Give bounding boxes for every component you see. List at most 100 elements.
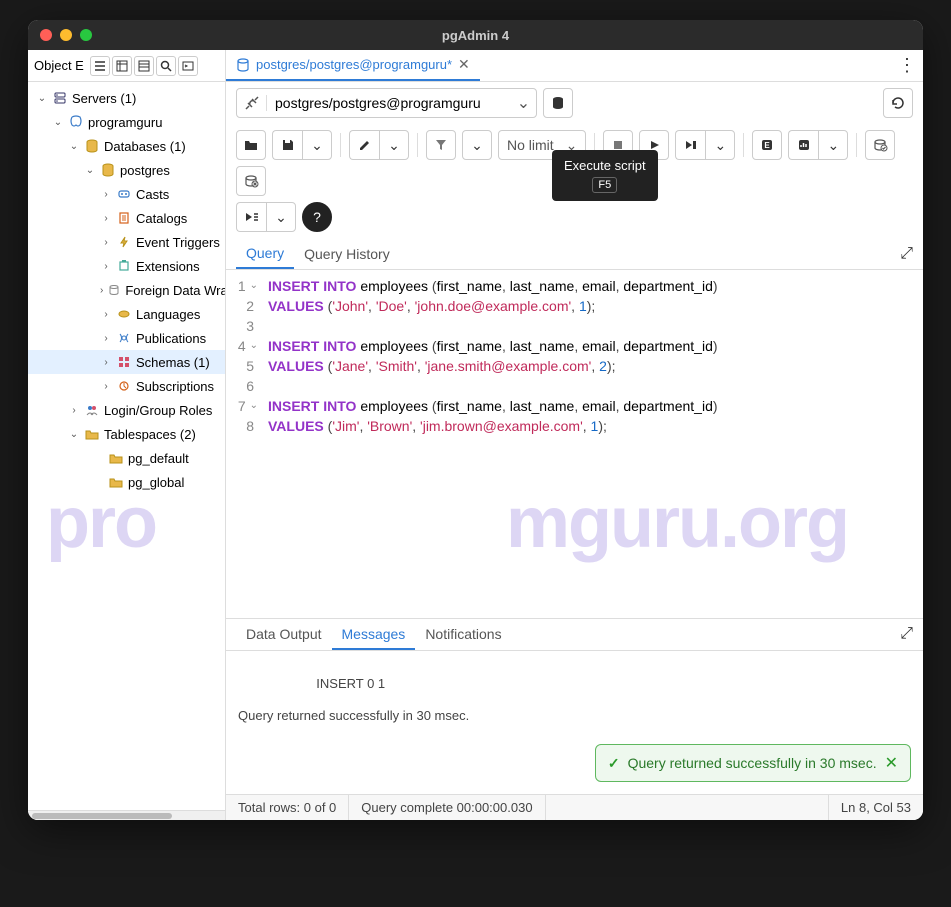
sql-editor[interactable]: 1⌄2 3 4⌄5 6 7⌄8 INSERT INTO employees (f… bbox=[226, 270, 923, 442]
commit-button[interactable] bbox=[865, 130, 895, 160]
tab-messages[interactable]: Messages bbox=[332, 620, 416, 650]
event-icon bbox=[116, 235, 132, 249]
tree-arrow-icon[interactable] bbox=[100, 381, 112, 392]
query-tool-icon[interactable] bbox=[90, 56, 110, 76]
schema-icon bbox=[116, 355, 132, 369]
filter-dropdown[interactable]: ⌄ bbox=[462, 130, 492, 160]
tree-arrow-icon[interactable] bbox=[68, 429, 80, 440]
tab-notifications[interactable]: Notifications bbox=[415, 620, 511, 648]
connection-icon bbox=[237, 95, 267, 111]
app-window: pgAdmin 4 Object E Servers (1)programgur… bbox=[28, 20, 923, 820]
tree-arrow-icon[interactable] bbox=[100, 237, 112, 248]
close-tab-icon[interactable]: ✕ bbox=[458, 56, 470, 73]
filter-button[interactable] bbox=[426, 130, 456, 160]
tree-label: postgres bbox=[120, 163, 170, 178]
tree-item[interactable]: Servers (1) bbox=[28, 86, 225, 110]
psql-icon[interactable] bbox=[178, 56, 198, 76]
editor-tab[interactable]: postgres/postgres@programguru* ✕ bbox=[226, 50, 480, 81]
tree-item[interactable]: Catalogs bbox=[28, 206, 225, 230]
help-button[interactable]: ? bbox=[302, 202, 332, 232]
tab-query[interactable]: Query bbox=[236, 239, 294, 269]
edit-button[interactable] bbox=[349, 130, 379, 160]
db-icon bbox=[84, 139, 100, 153]
scroll-thumb[interactable] bbox=[32, 813, 172, 819]
tree-item[interactable]: Extensions bbox=[28, 254, 225, 278]
tree-item[interactable]: Tablespaces (2) bbox=[28, 422, 225, 446]
reset-layout-button[interactable] bbox=[883, 88, 913, 118]
connection-selector[interactable]: postgres/postgres@programguru ⌄ bbox=[236, 88, 537, 118]
close-toast-icon[interactable]: ✕ bbox=[885, 753, 898, 773]
tree-arrow-icon[interactable] bbox=[36, 93, 48, 104]
explain-dropdown[interactable]: ⌄ bbox=[818, 130, 848, 160]
chevron-down-icon: ⌄ bbox=[512, 93, 536, 113]
tree-label: Event Triggers bbox=[136, 235, 220, 250]
tree-item[interactable]: programguru bbox=[28, 110, 225, 134]
open-file-button[interactable] bbox=[236, 130, 266, 160]
explain-button[interactable]: E bbox=[752, 130, 782, 160]
tree-arrow-icon[interactable] bbox=[100, 189, 112, 200]
filter-rows-icon[interactable] bbox=[134, 56, 154, 76]
tree-arrow-icon[interactable] bbox=[84, 165, 96, 176]
new-connection-button[interactable] bbox=[543, 88, 573, 118]
tree-arrow-icon[interactable] bbox=[100, 285, 103, 296]
tree-item[interactable]: pg_global bbox=[28, 470, 225, 494]
macros-dropdown[interactable]: ⌄ bbox=[266, 202, 296, 232]
tree-arrow-icon[interactable] bbox=[100, 309, 112, 320]
tree-arrow-icon[interactable] bbox=[100, 213, 112, 224]
tree-label: Languages bbox=[136, 307, 200, 322]
maximize-window[interactable] bbox=[80, 29, 92, 41]
execute-dropdown[interactable]: ⌄ bbox=[705, 130, 735, 160]
tooltip-text: Execute script bbox=[564, 158, 646, 173]
tree-arrow-icon[interactable] bbox=[68, 141, 80, 152]
tree-item[interactable]: Publications bbox=[28, 326, 225, 350]
object-tree[interactable]: Servers (1)programguru Databases (1) postg… bbox=[28, 82, 225, 810]
macros-button[interactable] bbox=[236, 202, 266, 232]
tree-arrow-icon[interactable] bbox=[100, 333, 112, 344]
tree-label: Databases (1) bbox=[104, 139, 186, 154]
tree-item[interactable]: Subscriptions bbox=[28, 374, 225, 398]
tree-arrow-icon[interactable] bbox=[100, 261, 112, 272]
sidebar-hscroll[interactable] bbox=[28, 810, 225, 820]
minimize-window[interactable] bbox=[60, 29, 72, 41]
save-button[interactable] bbox=[272, 130, 302, 160]
search-icon[interactable] bbox=[156, 56, 176, 76]
explain-analyze-button[interactable] bbox=[788, 130, 818, 160]
folder-icon bbox=[108, 475, 124, 489]
tree-arrow-icon[interactable] bbox=[100, 357, 112, 368]
rollback-button[interactable] bbox=[236, 166, 266, 196]
line-gutter: 1⌄2 3 4⌄5 6 7⌄8 bbox=[226, 270, 264, 442]
view-data-icon[interactable] bbox=[112, 56, 132, 76]
tree-item[interactable]: Event Triggers bbox=[28, 230, 225, 254]
tree-item[interactable]: Foreign Data Wra bbox=[28, 278, 225, 302]
window-title: pgAdmin 4 bbox=[442, 28, 509, 43]
tree-item[interactable]: Schemas (1) bbox=[28, 350, 225, 374]
tree-arrow-icon[interactable] bbox=[68, 405, 80, 416]
expand-editor-icon[interactable]: ⤢ bbox=[900, 245, 913, 263]
tree-arrow-icon[interactable] bbox=[52, 117, 64, 128]
execute-options-button[interactable] bbox=[675, 130, 705, 160]
fdw-icon bbox=[107, 283, 121, 297]
pub-icon bbox=[116, 331, 132, 345]
tree-item[interactable]: postgres bbox=[28, 158, 225, 182]
save-dropdown[interactable]: ⌄ bbox=[302, 130, 332, 160]
tree-item[interactable]: pg_default bbox=[28, 446, 225, 470]
tab-menu-icon[interactable]: ⋮ bbox=[891, 50, 923, 81]
pg-icon bbox=[68, 115, 84, 129]
tree-label: Login/Group Roles bbox=[104, 403, 212, 418]
tab-query-history[interactable]: Query History bbox=[294, 240, 400, 268]
object-explorer: Object E Servers (1)programguruDatabases… bbox=[28, 50, 226, 820]
tree-item[interactable]: Casts bbox=[28, 182, 225, 206]
connection-text: postgres/postgres@programguru bbox=[267, 95, 512, 111]
cast-icon bbox=[116, 187, 132, 201]
execute-tooltip: Execute script F5 bbox=[552, 150, 658, 201]
tab-data-output[interactable]: Data Output bbox=[236, 620, 332, 648]
edit-dropdown[interactable]: ⌄ bbox=[379, 130, 409, 160]
tree-item[interactable]: Databases (1) bbox=[28, 134, 225, 158]
tree-item[interactable]: Languages bbox=[28, 302, 225, 326]
output-panel: Data Output Messages Notifications ⤢ INS… bbox=[226, 618, 923, 795]
expand-output-icon[interactable]: ⤢ bbox=[900, 625, 913, 643]
tree-item[interactable]: Login/Group Roles bbox=[28, 398, 225, 422]
output-tabs: Data Output Messages Notifications ⤢ bbox=[226, 619, 923, 651]
code-area[interactable]: INSERT INTO employees (first_name, last_… bbox=[264, 270, 718, 442]
close-window[interactable] bbox=[40, 29, 52, 41]
